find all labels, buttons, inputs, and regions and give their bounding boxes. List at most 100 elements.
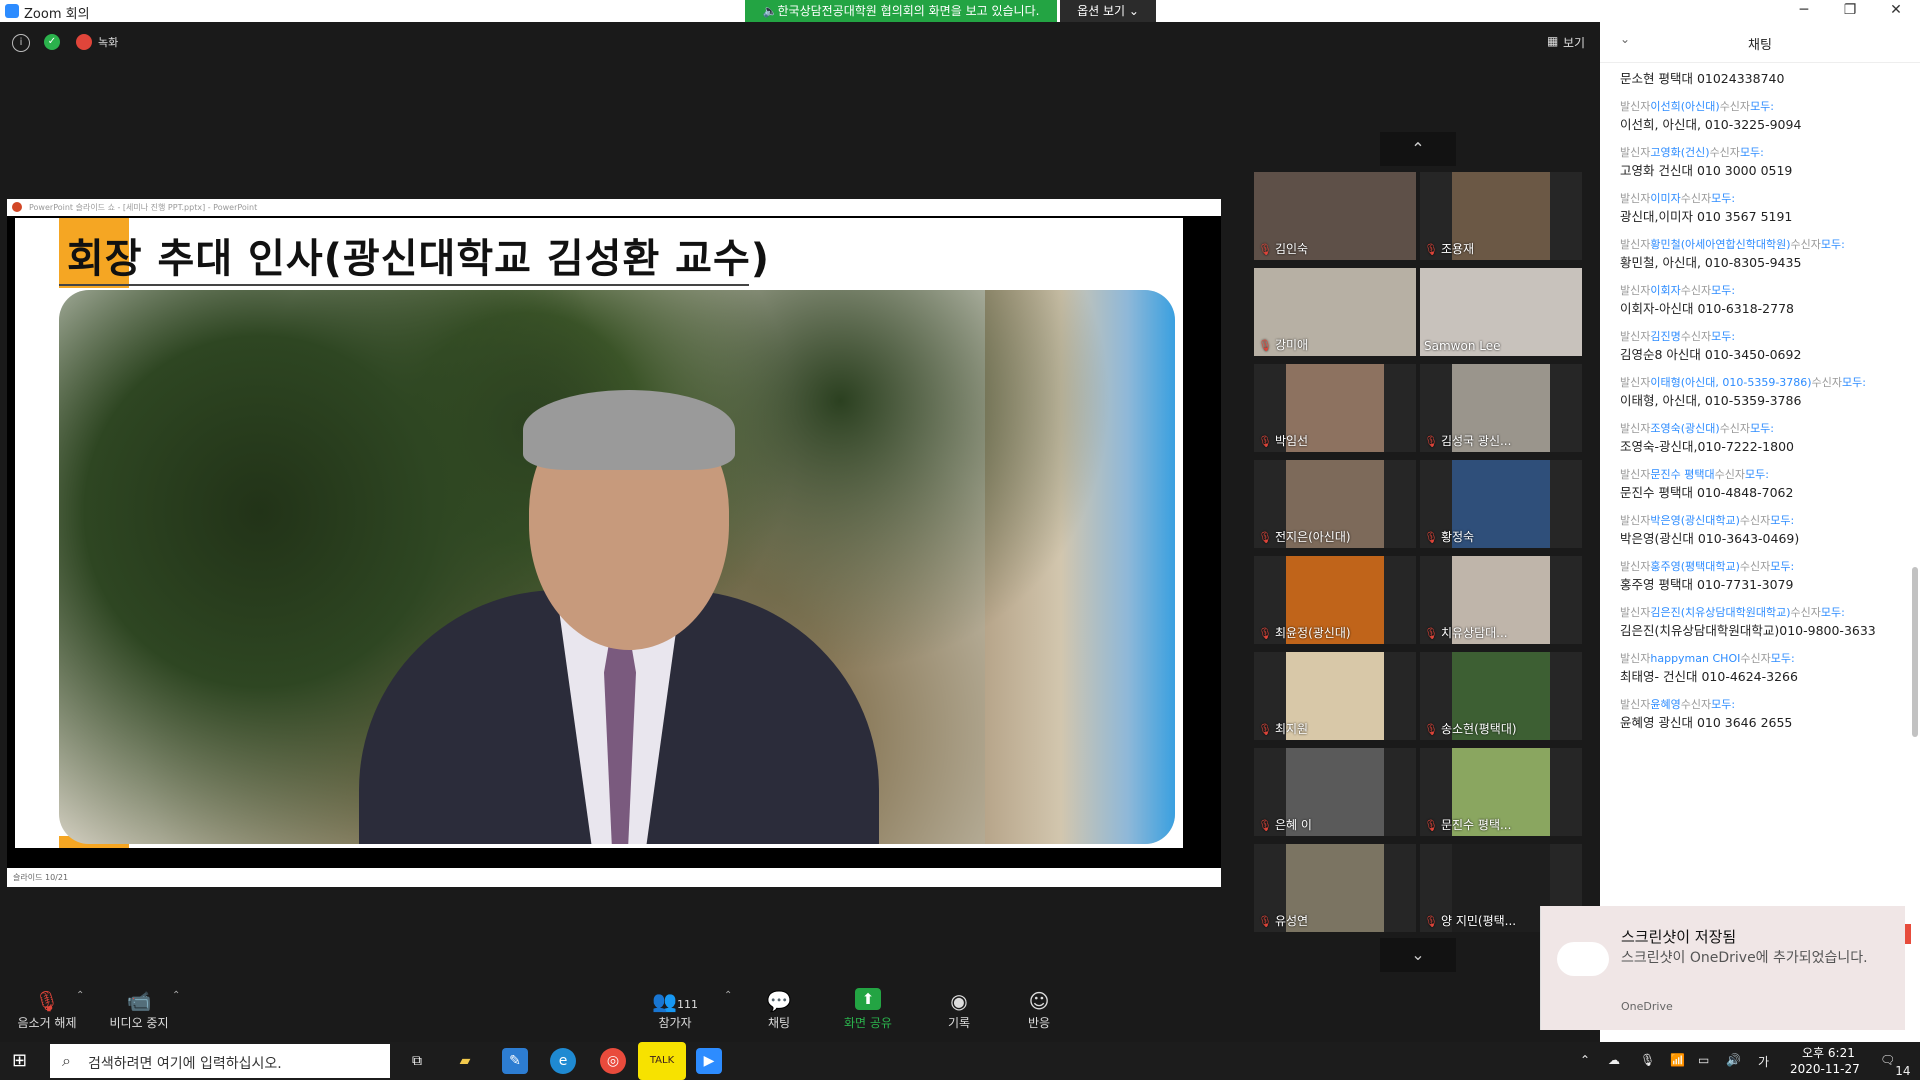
edge-browser-icon[interactable]: e <box>550 1048 576 1074</box>
battery-icon[interactable]: ▭ <box>1698 1053 1709 1067</box>
taskbar-date[interactable]: 2020-11-27 <box>1790 1062 1860 1076</box>
participant-name-text: 전지은(아신대) <box>1274 530 1351 544</box>
notification-center-icon[interactable]: 🗨 14 <box>1880 1053 1911 1078</box>
sender-name[interactable]: 이태형(아신대, 010-5359-3786) <box>1650 376 1811 389</box>
volume-icon[interactable]: 🔊 <box>1726 1053 1741 1067</box>
gallery-grid-icon[interactable]: ▦ <box>1547 34 1558 48</box>
task-view-icon[interactable]: ⧉ <box>404 1048 430 1074</box>
participant-tile[interactable]: 🎙 김인숙 <box>1254 172 1416 260</box>
chat-scroll-thumb[interactable] <box>1912 567 1918 737</box>
share-screen-button[interactable]: ⬆ 화면 공유 <box>840 988 896 1031</box>
view-button-label[interactable]: 보기 <box>1563 34 1585 51</box>
chat-message-list[interactable]: 문소현 평택대 01024338740 발신자이선희(아신대)수신자모두: 이선희,… <box>1620 70 1905 742</box>
recipient-name[interactable]: 모두: <box>1711 698 1735 711</box>
participant-tile[interactable]: Samwon Lee <box>1420 268 1582 356</box>
participant-tile[interactable]: 🎙 박임선 <box>1254 364 1416 452</box>
recipient-name[interactable]: 모두: <box>1750 422 1774 435</box>
tray-expand-icon[interactable]: ⌃ <box>1580 1053 1590 1067</box>
record-button[interactable]: ◉ 기록 <box>944 988 974 1031</box>
recipient-name[interactable]: 모두: <box>1770 514 1794 527</box>
sender-name[interactable]: 김은진(치유상담대학원대학교) <box>1650 606 1790 619</box>
recipient-name[interactable]: 모두: <box>1711 330 1735 343</box>
chat-button[interactable]: 💬 채팅 <box>764 988 794 1031</box>
sender-name[interactable]: happyman CHOI <box>1650 652 1740 665</box>
recipient-name[interactable]: 모두: <box>1711 284 1735 297</box>
participant-name-text: 양 지민(평택... <box>1440 914 1517 928</box>
kakaotalk-icon[interactable]: TALK <box>638 1042 686 1080</box>
chrome-browser-icon[interactable]: ◎ <box>600 1048 626 1074</box>
gallery-down-arrow[interactable]: ⌄ <box>1380 938 1456 972</box>
recipient-name[interactable]: 모두: <box>1821 238 1845 251</box>
sender-name[interactable]: 이선희(아신대) <box>1650 100 1719 113</box>
participant-name: 🎙 은혜 이 <box>1258 816 1312 833</box>
video-options-caret-icon[interactable]: ⌃ <box>172 990 180 1001</box>
recipient-name[interactable]: 모두: <box>1771 652 1795 665</box>
participants-button[interactable]: 👥111 참가자 ⌃ <box>650 988 732 1031</box>
recipient-name[interactable]: 모두: <box>1711 192 1735 205</box>
security-shield-icon[interactable]: ✓ <box>44 34 60 50</box>
wifi-icon[interactable]: 📶 <box>1670 1053 1685 1067</box>
minimize-button[interactable]: ─ <box>1784 2 1824 18</box>
stop-video-button[interactable]: 📹 비디오 중지 ⌃ <box>104 988 180 1031</box>
participant-tile[interactable]: 🎙 최윤정(광신대) <box>1254 556 1416 644</box>
recipient-name[interactable]: 모두: <box>1745 468 1769 481</box>
participants-caret-icon[interactable]: ⌃ <box>724 990 732 1001</box>
sender-name[interactable]: 김진명 <box>1650 330 1680 343</box>
recipient-name[interactable]: 모두: <box>1842 376 1866 389</box>
presentation-slide: 회장 추대 인사(광신대학교 김성환 교수) <box>15 218 1183 848</box>
participant-name-text: 치유상담대... <box>1440 626 1508 640</box>
sender-name[interactable]: 조영숙(광신대) <box>1650 422 1719 435</box>
recipient-name[interactable]: 모두: <box>1770 560 1794 573</box>
notes-app-icon[interactable]: ✎ <box>502 1048 528 1074</box>
participant-name-text: 김성국 광신... <box>1440 434 1512 448</box>
participant-tile[interactable]: 🎙 은혜 이 <box>1254 748 1416 836</box>
reactions-button[interactable]: ☺ 반응 <box>1024 988 1054 1031</box>
info-icon[interactable]: i <box>12 34 30 52</box>
zoom-taskbar-icon[interactable]: ▶ <box>696 1048 722 1074</box>
ime-indicator[interactable]: 가 <box>1758 1053 1769 1070</box>
taskbar-time[interactable]: 오후 6:21 <box>1802 1044 1855 1061</box>
sender-name[interactable]: 이미자 <box>1650 192 1680 205</box>
participant-tile[interactable]: 🎙 유성연 <box>1254 844 1416 932</box>
participant-tile[interactable]: 🎙 황정숙 <box>1420 460 1582 548</box>
windows-start-icon[interactable]: ⊞ <box>12 1050 34 1072</box>
onedrive-tray-icon[interactable]: ☁ <box>1608 1053 1620 1067</box>
unmute-button[interactable]: 🎙 음소거 해제 ⌃ <box>12 988 84 1031</box>
taskbar-search-box[interactable]: ⌕ 검색하려면 여기에 입력하십시오. <box>50 1044 390 1078</box>
view-options-button[interactable]: 옵션 보기 ⌄ <box>1060 0 1156 22</box>
participant-name-text: 문진수 평택... <box>1440 818 1512 832</box>
recipient-name[interactable]: 모두: <box>1740 146 1764 159</box>
participant-tile[interactable]: 🎙 전지은(아신대) <box>1254 460 1416 548</box>
gallery-up-arrow[interactable]: ⌃ <box>1380 132 1456 166</box>
muted-mic-icon: 🎙 <box>34 989 60 1013</box>
chat-message-header: 발신자고영화(건신)수신자모두: <box>1620 144 1905 162</box>
chat-message: 발신자윤혜영수신자모두: 윤혜영 광신대 010 3646 2655 <box>1620 696 1905 732</box>
participant-tile[interactable]: 🎙 조용재 <box>1420 172 1582 260</box>
participant-tile[interactable]: 🎙 강미애 <box>1254 268 1416 356</box>
participant-tile[interactable]: 🎙 송소현(평택대) <box>1420 652 1582 740</box>
onedrive-toast[interactable]: 스크린샷이 저장됨 스크린샷이 OneDrive에 추가되었습니다. OneDr… <box>1540 906 1905 1030</box>
sender-name[interactable]: 문진수 평택대 <box>1650 468 1714 481</box>
sender-name[interactable]: 이회자 <box>1650 284 1680 297</box>
participant-tile[interactable]: 🎙 문진수 평택... <box>1420 748 1582 836</box>
file-explorer-icon[interactable]: ▰ <box>452 1048 478 1074</box>
microphone-tray-icon[interactable]: 🎙 <box>1640 1053 1655 1067</box>
participants-label: 참가자 <box>658 1016 692 1030</box>
audio-options-caret-icon[interactable]: ⌃ <box>76 990 84 1001</box>
recipient-name[interactable]: 모두: <box>1821 606 1845 619</box>
chat-scrollbar[interactable] <box>1912 67 1918 757</box>
maximize-button[interactable]: ❐ <box>1830 2 1870 18</box>
sender-prefix: 발신자 <box>1620 238 1651 251</box>
close-window-button[interactable]: ✕ <box>1876 2 1916 18</box>
participant-tile[interactable]: 🎙 치유상담대... <box>1420 556 1582 644</box>
recipient-name[interactable]: 모두: <box>1750 100 1774 113</box>
sender-name[interactable]: 고영화(건신) <box>1650 146 1709 159</box>
sender-name[interactable]: 황민철(아세아연합신학대학원) <box>1650 238 1790 251</box>
chat-message-text: 고영화 건신대 010 3000 0519 <box>1620 163 1793 178</box>
sender-name[interactable]: 홍주영(평택대학교) <box>1650 560 1740 573</box>
participant-tile[interactable]: 🎙 김성국 광신... <box>1420 364 1582 452</box>
participant-tile[interactable]: 🎙 최지원 <box>1254 652 1416 740</box>
sender-name[interactable]: 박은영(광신대학교) <box>1650 514 1740 527</box>
sender-name[interactable]: 윤혜영 <box>1650 698 1680 711</box>
window-title: Zoom 회의 <box>24 7 90 22</box>
